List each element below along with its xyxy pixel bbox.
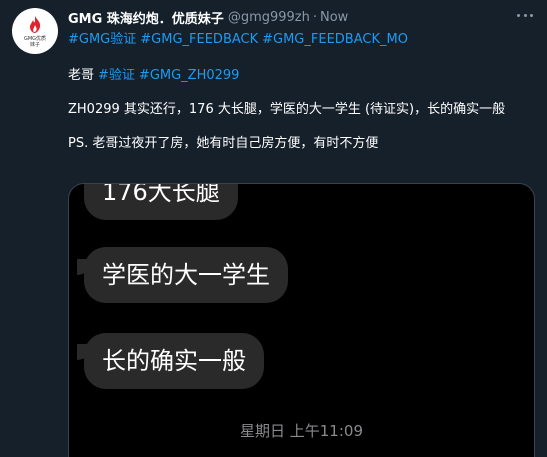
avatar[interactable]: GMG优质 妹子 [12, 8, 58, 54]
hashtag-link[interactable]: #GMG_FEEDBACK_MO [262, 32, 408, 47]
hashtag-line: #GMG验证 #GMG_FEEDBACK #GMG_FEEDBACK_MO [68, 31, 535, 48]
hashtag-link[interactable]: #GMG_ZH0299 [139, 68, 240, 83]
chat-bubble: 学医的大一学生 [84, 247, 288, 303]
tweet-text-line: 老哥 #验证 #GMG_ZH0299 [68, 67, 535, 84]
tweet-text: 老哥 [68, 68, 95, 83]
tweet-content: GMG 珠海约炮．优质妹子 @gmg999zh · Now #GMG验证 #GMG… [68, 8, 535, 152]
tweet-text: PS. 老哥过夜开了房，她有时自己房方便，有时不方便 [68, 136, 379, 151]
user-handle[interactable]: @gmg999zh [228, 10, 310, 25]
chat-bubble: 长的确实一般 [84, 333, 264, 389]
flame-logo-icon [30, 15, 41, 33]
separator-dot: · [312, 9, 317, 25]
tweet-text: ZH0299 其实还行，176 大长腿，学医的大一学生 (待证实)，长的确实一般 [68, 102, 506, 117]
chat-timestamp: 星期日 上午11:09 [240, 422, 363, 440]
avatar-logo-text: GMG优质 妹子 [23, 35, 47, 48]
tweet-header: GMG 珠海约炮．优质妹子 @gmg999zh · Now [68, 8, 535, 27]
tweet[interactable]: GMG优质 妹子 GMG 珠海约炮．优质妹子 @gmg999zh · Now #… [0, 0, 547, 457]
tweet-time[interactable]: Now [320, 10, 348, 25]
hashtag-link[interactable]: #验证 [98, 68, 135, 83]
tweet-media-image[interactable]: 176大长腿 学医的大一学生 长的确实一般 星期日 上午11:09 [68, 183, 535, 457]
display-name[interactable]: GMG 珠海约炮．优质妹子 [68, 8, 224, 27]
more-options-icon[interactable] [515, 8, 535, 22]
chat-bubble: 176大长腿 [84, 184, 238, 220]
hashtag-link[interactable]: #GMG_FEEDBACK [140, 32, 258, 47]
hashtag-link[interactable]: #GMG验证 [68, 32, 136, 47]
